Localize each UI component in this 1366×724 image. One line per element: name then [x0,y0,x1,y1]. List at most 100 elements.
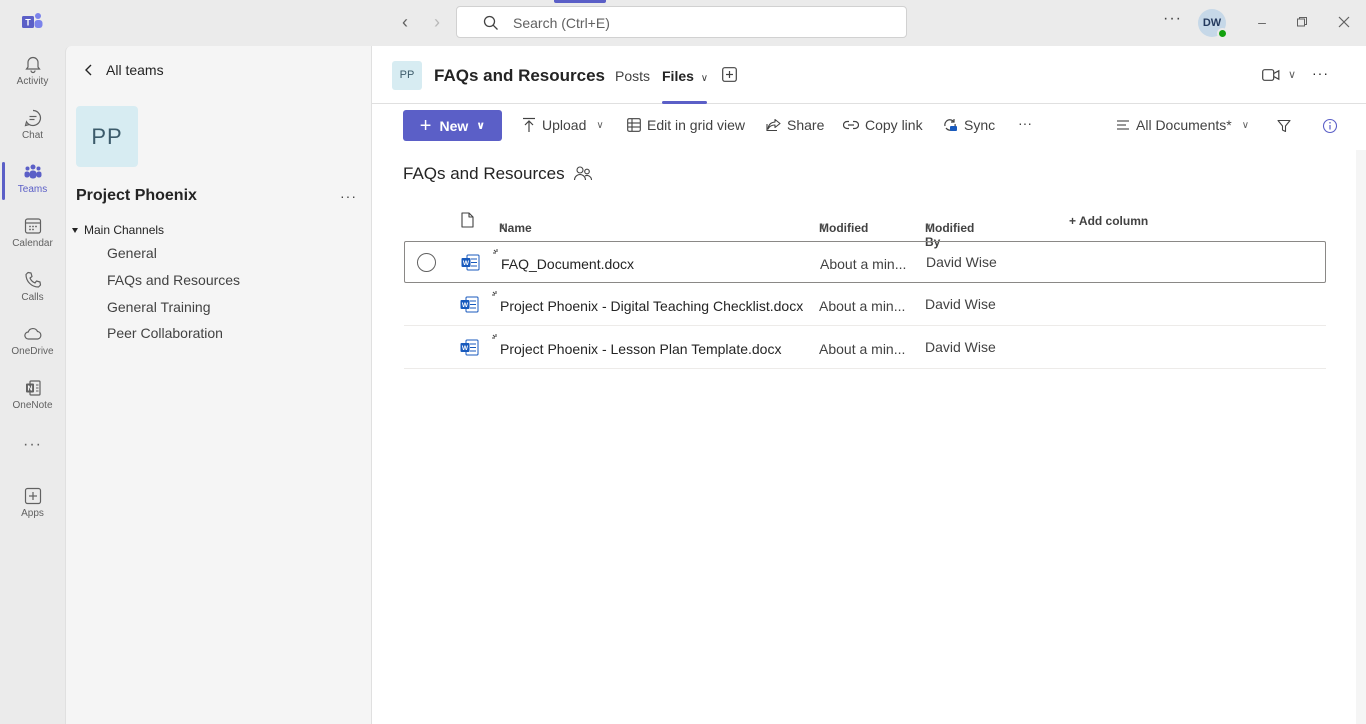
forward-arrow-icon[interactable]: › [427,12,447,32]
app-rail: Activity Chat Teams Calendar Calls OneDr… [0,46,65,724]
all-teams-back-button[interactable]: All teams [82,62,164,78]
upload-button[interactable]: Upload ∨ [522,117,604,133]
rail-item-apps[interactable]: Apps [0,478,65,530]
new-button[interactable]: + New ∨ [403,110,502,141]
calendar-icon [24,218,41,234]
file-modified-by[interactable]: David Wise [926,254,997,270]
settings-more-button[interactable]: ··· [1163,10,1182,28]
link-icon [843,120,859,130]
copy-link-button[interactable]: Copy link [843,117,923,133]
info-icon[interactable] [1322,118,1338,134]
caret-down-icon [72,227,78,233]
user-avatar[interactable]: DW [1198,9,1228,39]
table-row[interactable]: W Project Phoenix - Digital Teaching Che… [404,284,1326,326]
channel-item-general[interactable]: General [107,245,157,261]
upload-label: Upload [542,117,587,133]
video-camera-icon[interactable] [1262,68,1280,82]
scrollbar[interactable] [1356,150,1366,724]
back-label: All teams [106,62,164,78]
channel-panel: All teams PP Project Phoenix ··· Main Ch… [65,46,372,724]
more-apps-button[interactable]: ··· [0,436,65,454]
rail-item-calls[interactable]: Calls [0,262,65,314]
chevron-down-icon: ∨ [925,221,932,231]
file-name-link[interactable]: FAQ_Document.docx [501,256,634,272]
main-channels-header[interactable]: Main Channels [72,223,164,237]
svg-text:W: W [462,302,469,309]
rail-item-onenote[interactable]: N OneNote [0,370,65,422]
rail-item-label: Apps [21,508,44,519]
file-modified: About a min... [819,341,906,357]
team-more-button[interactable]: ··· [340,188,357,204]
add-apps-icon [24,487,41,505]
library-title: FAQs and Resources [403,164,593,184]
tab-posts[interactable]: Posts [615,68,650,84]
close-icon[interactable] [1334,12,1354,32]
grid-label: Edit in grid view [647,117,746,133]
word-file-icon: W [461,254,480,271]
channel-avatar: PP [392,61,422,90]
search-box[interactable] [456,6,907,38]
chevron-down-icon[interactable]: ∨ [1288,68,1296,81]
sync-label: Sync [964,117,996,133]
tab-files-label: Files [662,68,694,84]
restore-icon[interactable] [1292,12,1312,32]
chevron-down-icon: ∨ [596,119,604,131]
share-icon [766,118,781,132]
channel-item-general-training[interactable]: General Training [107,299,211,315]
rail-item-label: Chat [21,130,44,141]
file-modified-by[interactable]: David Wise [925,296,996,312]
channel-header: PP FAQs and Resources Posts Files ∨ ∨ ··… [372,46,1366,104]
cloud-icon [23,328,41,340]
chevron-down-icon: ∨ [1241,119,1250,131]
toolbar-more-button[interactable]: ··· [1018,115,1032,131]
upload-icon [523,117,535,132]
file-type-icon[interactable] [461,212,474,228]
minimize-icon[interactable]: – [1252,12,1272,32]
view-selector[interactable]: All Documents* ∨ [1116,117,1249,133]
rail-item-label: OneDrive [11,346,54,357]
rail-item-label: Activity [16,76,49,87]
view-label: All Documents* [1136,117,1232,133]
tab-files[interactable]: Files ∨ [662,68,708,84]
share-button[interactable]: Share [766,117,824,133]
main-content: PP FAQs and Resources Posts Files ∨ ∨ ··… [372,46,1366,724]
table-row[interactable]: W Project Phoenix - Lesson Plan Template… [404,327,1326,369]
rail-item-activity[interactable]: Activity [0,46,65,98]
file-modified: About a min... [819,298,906,314]
channel-more-button[interactable]: ··· [1312,65,1329,81]
file-name-link[interactable]: Project Phoenix - Lesson Plan Template.d… [500,341,781,357]
chevron-down-icon: ∨ [819,221,826,231]
channel-item-faqs[interactable]: FAQs and Resources [107,272,240,288]
word-file-icon: W [460,339,479,356]
row-select-checkbox[interactable] [417,253,436,272]
presence-available-icon [1217,28,1228,39]
file-name-link[interactable]: Project Phoenix - Digital Teaching Check… [500,298,803,314]
rail-item-chat[interactable]: Chat [0,100,65,152]
file-modified-by[interactable]: David Wise [925,339,996,355]
table-header: Name ∨ Modified ∨ Modified By ∨ + Add co… [404,207,1326,249]
svg-text:N: N [27,386,32,393]
word-file-icon: W [460,296,479,313]
rail-item-teams[interactable]: Teams [0,154,65,206]
search-input[interactable] [513,13,893,33]
members-icon[interactable] [573,165,593,183]
edit-grid-view-button[interactable]: Edit in grid view [627,117,745,133]
add-column-button[interactable]: + Add column [1069,214,1148,228]
chevron-down-icon: ∨ [499,221,506,231]
channel-item-peer-collaboration[interactable]: Peer Collaboration [107,325,223,341]
back-arrow-icon[interactable]: ‹ [395,12,415,32]
svg-text:W: W [463,260,470,267]
filter-icon[interactable] [1277,119,1291,133]
section-label: Main Channels [84,223,165,237]
svg-text:T: T [25,18,31,28]
rail-item-onedrive[interactable]: OneDrive [0,316,65,368]
sync-button[interactable]: Sync [942,117,995,133]
add-tab-icon[interactable] [722,67,737,82]
chevron-down-icon: ∨ [700,73,709,84]
onenote-icon: N [25,380,41,396]
title-bar: T ‹ › ··· DW – [0,0,1366,46]
plus-icon: + [419,114,432,137]
channel-title: FAQs and Resources [434,66,606,85]
table-row[interactable]: W FAQ_Document.docx About a min... David… [404,241,1326,283]
rail-item-calendar[interactable]: Calendar [0,208,65,260]
